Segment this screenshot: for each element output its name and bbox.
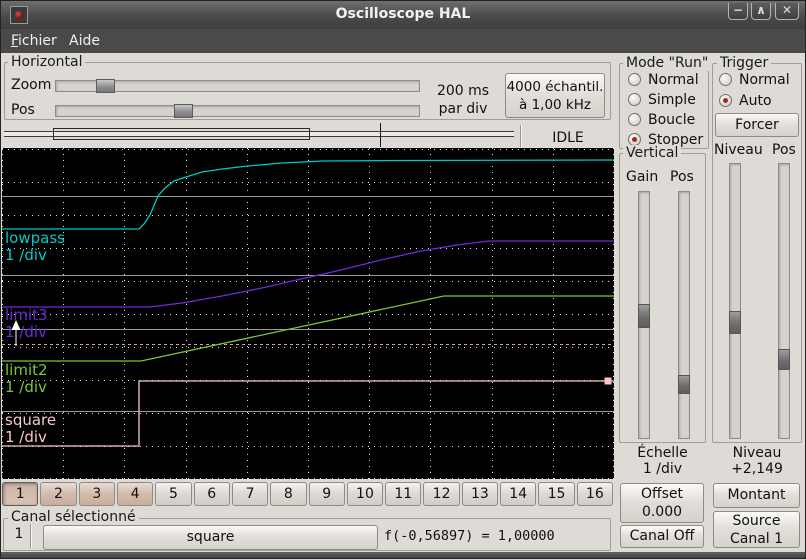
- channel-button-6[interactable]: 6: [194, 482, 230, 506]
- title-bar[interactable]: Oscilloscope HAL − ∧ ✕: [1, 1, 805, 29]
- channel-button-12[interactable]: 12: [423, 482, 459, 506]
- pos-label: Pos: [11, 102, 35, 118]
- forcer-button[interactable]: Forcer: [715, 113, 799, 137]
- mode-run-group-label: Mode "Run": [623, 55, 711, 71]
- trace-label-limit2: limit2 1 /div: [5, 362, 48, 396]
- acquisition-status: IDLE: [525, 130, 611, 146]
- channel-button-11[interactable]: 11: [385, 482, 421, 506]
- trigger-level-slider[interactable]: [729, 163, 741, 439]
- mode-normal-radio[interactable]: [628, 73, 641, 86]
- window-title: Oscilloscope HAL: [1, 6, 805, 22]
- channel-button-10[interactable]: 10: [347, 482, 383, 506]
- channel-button-8[interactable]: 8: [270, 482, 306, 506]
- trigger-pos-label: Pos: [772, 142, 796, 158]
- channel-button-2[interactable]: 2: [40, 482, 76, 506]
- channel-button-7[interactable]: 7: [232, 482, 268, 506]
- vertical-group-label: Vertical: [623, 145, 681, 161]
- horizontal-pos-slider[interactable]: [55, 105, 420, 117]
- horizontal-group-label: Horizontal: [8, 54, 85, 70]
- record-window-box[interactable]: [53, 128, 310, 140]
- maximize-button[interactable]: ∧: [751, 3, 771, 20]
- waveform-plot: [2, 148, 614, 479]
- vertical-pos-slider[interactable]: [678, 191, 690, 439]
- trace-label-lowpass: lowpass 1 /div: [5, 230, 65, 264]
- channel-button-4[interactable]: 4: [117, 482, 153, 506]
- source-button[interactable]: Source Canal 1: [713, 511, 800, 548]
- scope-display[interactable]: lowpass 1 /div limit3 1 /div limit2 1 /div…: [2, 148, 614, 479]
- offset-button[interactable]: Offset 0.000: [620, 483, 704, 523]
- trace-lowpass: [2, 160, 614, 229]
- montant-button[interactable]: Montant: [713, 483, 800, 508]
- trigger-normal-radio[interactable]: [719, 73, 732, 86]
- horizontal-zoom-handle[interactable]: [96, 79, 115, 93]
- trigger-group-label: Trigger: [717, 55, 771, 71]
- niveau-value: +2,149: [712, 461, 802, 477]
- menu-bar: Fichier Aide: [1, 29, 805, 53]
- trigger-auto-radio[interactable]: [719, 94, 732, 107]
- vertical-pos-handle[interactable]: [678, 375, 690, 394]
- channel-number-separator: [30, 524, 32, 548]
- channel-button-16[interactable]: 16: [577, 482, 613, 506]
- channel-button-9[interactable]: 9: [309, 482, 345, 506]
- record-trigger-mark: [380, 123, 381, 147]
- channel-button-13[interactable]: 13: [462, 482, 498, 506]
- selected-channel-group-label: Canal sélectionné: [8, 509, 139, 525]
- timebase-unit: par div: [431, 101, 495, 117]
- mode-simple-label[interactable]: Simple: [648, 92, 696, 108]
- trigger-pos-handle[interactable]: [778, 349, 790, 370]
- channel-button-14[interactable]: 14: [500, 482, 536, 506]
- vertical-pos-label: Pos: [670, 169, 694, 185]
- trigger-level-handle[interactable]: [729, 311, 741, 334]
- channel-button-1[interactable]: 1: [2, 482, 38, 506]
- trigger-pos-slider[interactable]: [778, 163, 790, 439]
- timebase-value: 200 ms: [431, 83, 495, 99]
- channel-button-3[interactable]: 3: [79, 482, 115, 506]
- trigger-auto-label[interactable]: Auto: [739, 93, 772, 109]
- menu-aide[interactable]: Aide: [69, 29, 100, 53]
- gain-label: Gain: [626, 169, 658, 185]
- horizontal-pos-handle[interactable]: [174, 104, 193, 118]
- mode-normal-label[interactable]: Normal: [648, 72, 699, 88]
- end-of-data-marker: [605, 378, 612, 385]
- canal-off-button[interactable]: Canal Off: [620, 525, 704, 548]
- mode-simple-radio[interactable]: [628, 93, 641, 106]
- trace-label-limit3: limit3 1 /div: [5, 307, 48, 341]
- trigger-niveau-label: Niveau: [714, 142, 763, 158]
- trigger-normal-label[interactable]: Normal: [739, 72, 790, 88]
- echelle-value: 1 /div: [619, 461, 706, 477]
- channel-button-5[interactable]: 5: [155, 482, 191, 506]
- vertical-group: [619, 153, 706, 443]
- channel-name-button[interactable]: square: [43, 525, 378, 550]
- mode-boucle-label[interactable]: Boucle: [648, 112, 695, 128]
- app-window: Oscilloscope HAL − ∧ ✕ Fichier Aide Hori…: [0, 0, 806, 559]
- gain-slider[interactable]: [638, 191, 650, 439]
- menu-fichier[interactable]: Fichier: [11, 29, 57, 53]
- minimize-button[interactable]: −: [728, 3, 748, 20]
- trace-label-square: square 1 /div: [5, 412, 56, 446]
- status-separator: [520, 125, 522, 147]
- niveau-title: Niveau: [712, 445, 802, 461]
- window-bottom-border: [1, 552, 805, 559]
- function-readout: f(-0,56897) = 1,00000: [384, 528, 555, 544]
- channel-button-15[interactable]: 15: [538, 482, 574, 506]
- sample-rate-button[interactable]: 4000 échantil. à 1,00 kHz: [505, 73, 605, 118]
- gain-handle[interactable]: [638, 304, 650, 328]
- horizontal-zoom-slider[interactable]: [55, 80, 420, 92]
- echelle-title: Échelle: [619, 445, 706, 461]
- mode-boucle-radio[interactable]: [628, 113, 641, 126]
- close-button[interactable]: ✕: [775, 3, 799, 20]
- zoom-label: Zoom: [11, 77, 51, 93]
- channel-button-row: 12345678910111213141516: [2, 482, 613, 506]
- selected-channel-number: 1: [9, 526, 29, 542]
